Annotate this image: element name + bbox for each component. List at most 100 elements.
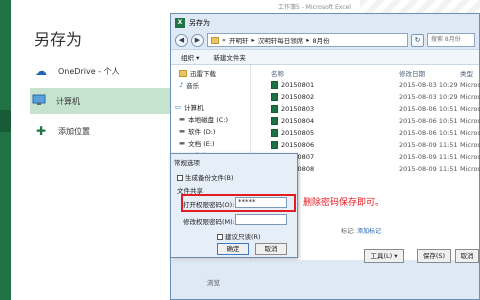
backup-label: 生成备份文件(B) [185,174,234,182]
nav-item-music[interactable]: ♪ 音乐 [179,80,199,90]
drive-icon: ▬ [179,115,186,123]
tools-label: 工具(L) [370,252,393,260]
nav-item-drive-e[interactable]: ▬ 文档 (E:) [179,138,215,148]
place-onedrive-label: OneDrive - 个人 [58,66,120,76]
place-add-location-label: 添加位置 [58,126,90,136]
file-type: Microso [460,129,480,137]
ok-button[interactable]: 确定 [217,243,249,255]
excel-file-icon [271,117,278,125]
file-modified: 2015-08-03 10:29 [399,93,458,101]
add-tag-link[interactable]: 添加标记 [357,228,381,235]
browse-button[interactable]: 浏览 [207,277,220,287]
readonly-label: 建议只读(R) [225,233,261,241]
file-type: Microso [460,93,480,101]
file-type: Microso [460,153,480,161]
open-password-field[interactable]: ***** [235,197,287,208]
back-icon[interactable]: ◀ [175,33,188,47]
organize-button[interactable]: 组织 ▾ [181,52,199,62]
new-folder-button[interactable]: 新建文件夹 [213,52,246,62]
file-row[interactable]: 20150802 2015-08-03 10:29 Microso [253,93,480,104]
open-password-label: 打开权限密码(O): [183,201,235,209]
general-options-title: 常规选项 [174,159,200,167]
search-input[interactable]: 搜索 8月份 [427,33,475,47]
column-type[interactable]: 类型 [460,68,473,78]
modify-password-label: 修改权限密码(M): [183,218,235,226]
computer-icon: ▭ [175,103,182,111]
general-options-dialog: 常规选项 生成备份文件(B) 文件共享 打开权限密码(O): ***** 修改权… [170,153,298,258]
breadcrumb-0[interactable]: « [222,36,226,44]
excel-file-icon [271,141,278,149]
column-name[interactable]: 名称 [271,68,284,78]
chevron-right-icon: ▸ [251,36,255,44]
file-type: Microso [460,141,480,149]
computer-icon [30,94,48,109]
nav-item-xunlei[interactable]: 迅雷下载 [179,68,216,78]
backstage-nav-strip [0,0,11,300]
file-name: 20150802 [281,93,315,101]
excel-icon: X [175,17,185,28]
excel-file-icon [271,93,278,101]
excel-file-icon [271,129,278,137]
save-button[interactable]: 保存(S) [417,249,451,263]
file-row[interactable]: 20150801 2015-08-03 10:29 Microso [253,81,480,92]
readonly-checkbox[interactable]: 建议只读(R) [217,231,261,241]
plus-icon: ✚ [35,124,47,138]
window-title: 工作簿5 - Microsoft Excel [278,4,351,11]
breadcrumb-3[interactable]: 8月份 [313,35,330,45]
breadcrumb-1[interactable]: 开明轩 [229,35,249,45]
file-name: 20150803 [281,105,315,113]
nav-item-drive-c[interactable]: ▬ 本地磁盘 (C:) [179,114,228,124]
column-modified[interactable]: 修改日期 [399,68,425,78]
place-onedrive[interactable]: ☁ OneDrive - 个人 [32,58,177,84]
nav-item-drive-d[interactable]: ▬ 软件 (D:) [179,126,216,136]
address-row: ◀ ▶ « 开明轩 ▸ 汉明轩每日领席 ▸ 8月份 ↻ 搜索 8月份 [171,31,479,49]
file-modified: 2015-08-03 10:29 [399,81,458,89]
place-add-location[interactable]: ✚ 添加位置 [32,118,177,144]
save-as-titlebar: X 另存为 [171,14,479,31]
tools-dropdown[interactable]: 工具(L) ▾ [364,249,404,263]
nav-item-label: 音乐 [186,82,200,90]
place-computer[interactable]: 计算机 [30,88,180,114]
backup-checkbox[interactable]: 生成备份文件(B) [177,172,234,182]
place-computer-label: 计算机 [56,96,80,106]
file-name: 20150801 [281,81,315,89]
drive-icon: ▬ [179,139,186,147]
nav-item-label: 计算机 [184,104,204,112]
nav-item-label: 迅雷下载 [190,70,216,78]
cancel-button[interactable]: 取消 [455,249,479,263]
file-name: 20150804 [281,117,315,125]
address-bar[interactable]: « 开明轩 ▸ 汉明轩每日领席 ▸ 8月份 [207,33,408,47]
file-modified: 2015-08-06 10:51 [399,117,458,125]
file-name: 20150806 [281,141,315,149]
chevron-right-icon: ▸ [306,36,310,44]
file-row[interactable]: 20150804 2015-08-06 10:51 Microso [253,117,480,128]
refresh-icon[interactable]: ↻ [411,33,424,47]
cloud-icon: ☁ [35,64,47,78]
forward-icon[interactable]: ▶ [191,33,204,47]
excel-file-icon [271,105,278,113]
options-cancel-button[interactable]: 取消 [255,243,287,255]
music-icon: ♪ [179,81,184,89]
file-type: Microso [460,165,480,173]
file-type: Microso [460,105,480,113]
file-type: Microso [460,81,480,89]
file-row[interactable]: 20150806 2015-08-09 11:51 Microso [253,141,480,152]
modify-password-field[interactable] [235,214,287,225]
nav-item-label: 本地磁盘 (C:) [188,116,229,124]
dialog-toolbar: 组织 ▾ 新建文件夹 [171,49,479,65]
folder-icon [179,69,187,77]
file-name: 20150805 [281,129,315,137]
folder-icon [211,36,219,44]
breadcrumb-2[interactable]: 汉明轩每日领席 [258,35,304,45]
file-row[interactable]: 20150805 2015-08-06 10:51 Microso [253,129,480,140]
backstage-heading: 另存为 [34,30,83,49]
file-modified: 2015-08-09 11:51 [399,141,458,149]
save-as-title: 另存为 [189,18,210,27]
nav-item-label: 文档 (E:) [188,140,215,148]
tags-row: 标记: 添加标记 [341,226,381,235]
nav-item-computer[interactable]: ▭ 计算机 [175,102,204,112]
nav-item-label: 软件 (D:) [188,128,216,136]
file-modified: 2015-08-06 10:51 [399,105,458,113]
drive-icon: ▬ [179,127,186,135]
file-row[interactable]: 20150803 2015-08-06 10:51 Microso [253,105,480,116]
